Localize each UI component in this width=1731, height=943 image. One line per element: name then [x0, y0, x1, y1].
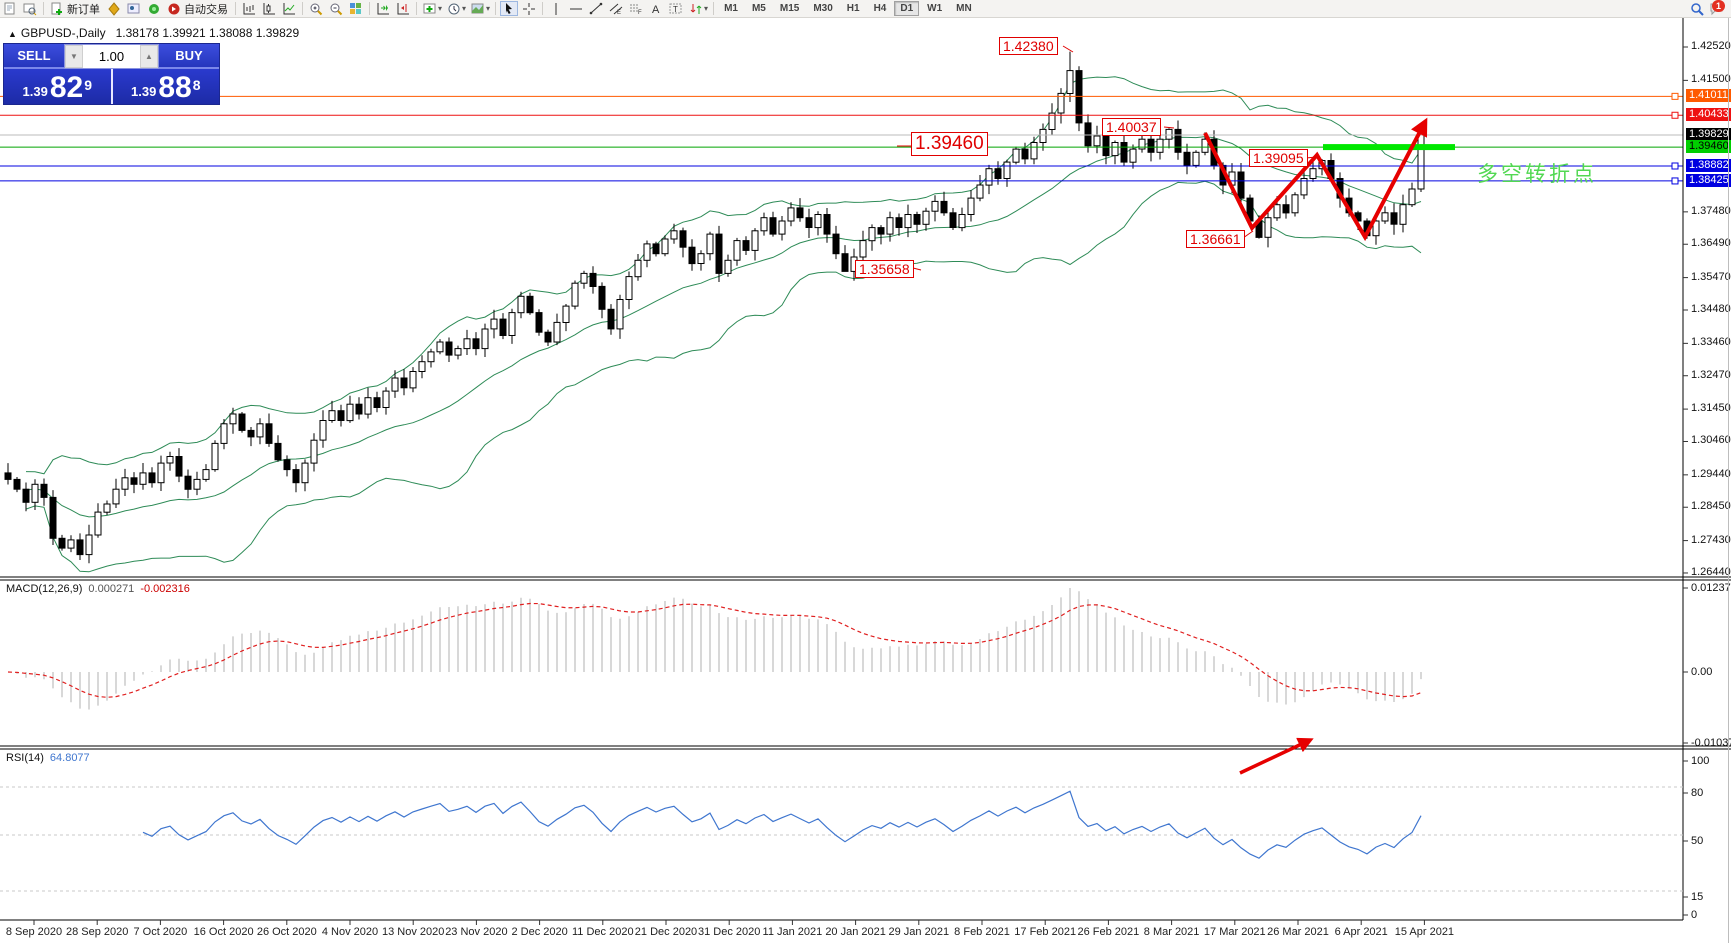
buy-price-big: 88 [158, 74, 191, 102]
tab-timeframe-h1[interactable]: H1 [841, 1, 866, 16]
new-order-icon[interactable] [48, 1, 66, 16]
sell-button[interactable]: SELL [4, 44, 64, 69]
price-annotation-1.42380[interactable]: 1.42380 [999, 37, 1058, 55]
bollinger-middle [26, 137, 1421, 517]
tile-windows-icon[interactable] [347, 1, 365, 16]
buy-price-prefix: 1.39 [131, 82, 156, 102]
profiles-icon[interactable] [21, 1, 39, 16]
toolbar-separator [416, 2, 417, 15]
label-connector [1164, 127, 1174, 128]
tab-timeframe-m15[interactable]: M15 [774, 1, 805, 16]
buy-button[interactable]: BUY [159, 44, 219, 69]
one-click-trade-panel: SELL ▼ 1.00 ▲ BUY 1.39829 1.39888 [3, 43, 220, 105]
toolbar-separator [495, 2, 496, 15]
horizontal-line-icon[interactable] [567, 1, 585, 16]
resistance-zone-bar[interactable] [1323, 144, 1455, 150]
buy-price-sup: 8 [193, 68, 201, 102]
text-label-icon[interactable]: T [667, 1, 685, 16]
toolbar-separator [369, 2, 370, 15]
rsi-pane [0, 787, 1683, 891]
zoom-out-icon[interactable] [327, 1, 345, 16]
new-chart-icon[interactable] [1, 1, 19, 16]
periods-icon[interactable] [445, 1, 463, 16]
notification-badge[interactable]: 1 [1712, 0, 1725, 12]
candlestick-chart-icon[interactable] [260, 1, 278, 16]
tab-timeframe-m5[interactable]: M5 [746, 1, 772, 16]
sell-price-sup: 9 [84, 68, 92, 102]
sell-price[interactable]: 1.39829 [4, 69, 111, 104]
alerts-icon[interactable] [145, 1, 163, 16]
price-annotation-1.35658[interactable]: 1.35658 [855, 260, 914, 278]
zoom-in-icon[interactable] [307, 1, 325, 16]
autotrade-label[interactable]: 自动交易 [184, 1, 228, 17]
label-connector [1063, 46, 1073, 52]
toolbar-separator [302, 2, 303, 15]
navigator-icon[interactable] [125, 1, 143, 16]
indicators-caret-icon[interactable]: ▾ [438, 4, 442, 13]
horizontal-lines[interactable] [0, 93, 1683, 184]
chart-quote-line: ▲ GBPUSD-,Daily 1.38178 1.39921 1.38088 1.… [8, 26, 299, 40]
volume-input[interactable]: 1.00 [83, 45, 140, 68]
bar-chart-icon[interactable] [240, 1, 258, 16]
chart-shift-icon[interactable] [394, 1, 412, 16]
arrows-caret-icon[interactable]: ▾ [704, 4, 708, 13]
main-toolbar: 新订单 自动交易 ▾ ▾ ▾ E F A T ▾ M1 M5 M15 M30 H… [0, 0, 1731, 18]
equidistant-channel-icon[interactable]: E [607, 1, 625, 16]
fibonacci-icon[interactable]: F [627, 1, 645, 16]
indicators-icon[interactable] [421, 1, 439, 16]
ohlc-values: 1.38178 1.39921 1.38088 1.39829 [116, 26, 300, 40]
templates-caret-icon[interactable]: ▾ [486, 4, 490, 13]
toolbar-separator [542, 2, 543, 15]
tab-timeframe-m1[interactable]: M1 [718, 1, 744, 16]
symbol-period: GBPUSD-,Daily [21, 26, 106, 40]
chart-canvas [0, 0, 1731, 943]
svg-text:A: A [652, 4, 660, 16]
crosshair-icon[interactable] [520, 1, 538, 16]
toolbar-separator [235, 2, 236, 15]
macd-signal-line [8, 604, 1421, 698]
autotrade-icon[interactable] [165, 1, 183, 16]
price-annotation-1.39095[interactable]: 1.39095 [1249, 149, 1308, 167]
price-annotation-1.40037[interactable]: 1.40037 [1102, 118, 1161, 136]
cursor-icon[interactable] [500, 1, 518, 16]
search-icon[interactable] [1688, 1, 1706, 16]
volume-increase-button[interactable]: ▲ [140, 45, 158, 68]
new-order-label[interactable]: 新订单 [67, 1, 100, 17]
chart-frame [0, 17, 1731, 925]
arrows-icon[interactable] [687, 1, 705, 16]
label-connector [913, 268, 921, 270]
price-annotation-1.36661[interactable]: 1.36661 [1186, 230, 1245, 248]
tab-timeframe-m30[interactable]: M30 [807, 1, 838, 16]
buy-price[interactable]: 1.39888 [113, 69, 220, 104]
trendline-icon[interactable] [587, 1, 605, 16]
volume-decrease-button[interactable]: ▼ [65, 45, 83, 68]
tab-timeframe-mn[interactable]: MN [950, 1, 978, 16]
vertical-line-icon[interactable] [547, 1, 565, 16]
sell-price-prefix: 1.39 [23, 82, 48, 102]
svg-text:T: T [673, 5, 678, 14]
window-edge [1728, 0, 1729, 943]
toolbar-separator [43, 2, 44, 15]
tab-timeframe-h4[interactable]: H4 [868, 1, 893, 16]
svg-text:F: F [638, 10, 642, 16]
templates-icon[interactable] [469, 1, 487, 16]
direction-arrow-icon: ▲ [8, 29, 17, 39]
svg-text:E: E [617, 10, 621, 16]
text-icon[interactable]: A [647, 1, 665, 16]
toolbar-separator [713, 2, 714, 15]
tab-timeframe-w1[interactable]: W1 [921, 1, 948, 16]
sell-price-big: 82 [50, 74, 83, 102]
auto-scroll-icon[interactable] [374, 1, 392, 16]
market-watch-icon[interactable] [105, 1, 123, 16]
macd-histogram [8, 588, 1421, 710]
price-annotation-1.39460[interactable]: 1.39460 [911, 132, 988, 156]
candles [5, 52, 1424, 564]
line-chart-icon[interactable] [280, 1, 298, 16]
periods-caret-icon[interactable]: ▾ [462, 4, 466, 13]
rsi-line [143, 791, 1421, 858]
tab-timeframe-d1[interactable]: D1 [894, 1, 919, 16]
